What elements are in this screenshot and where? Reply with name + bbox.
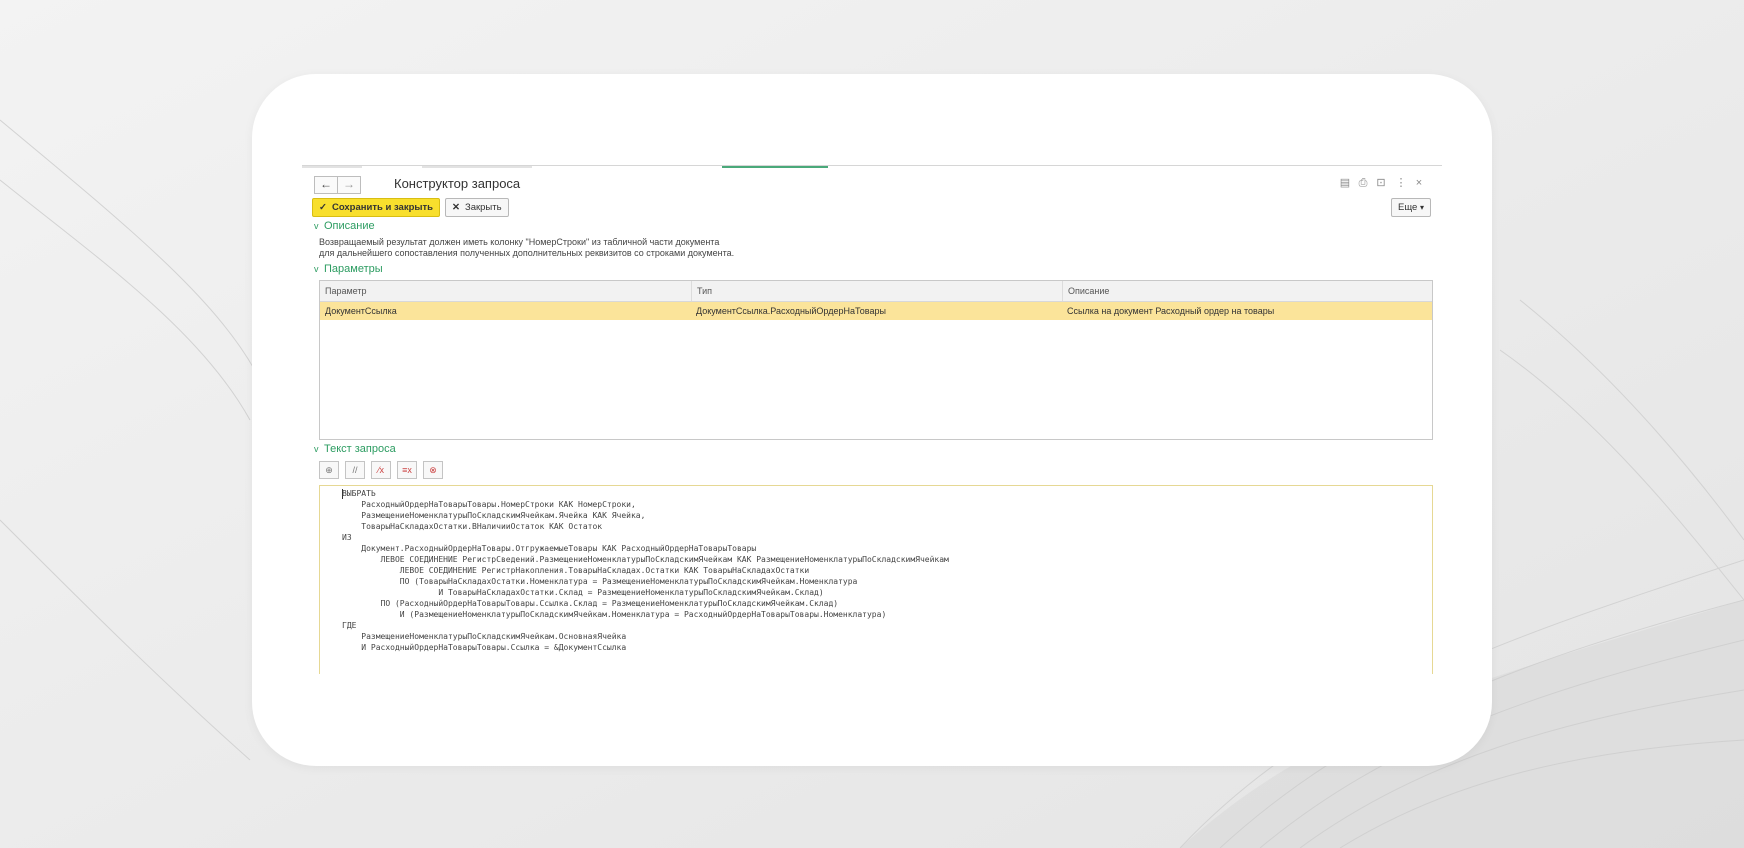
table-header: Параметр Тип Описание	[320, 281, 1432, 302]
save-and-close-label: Сохранить и закрыть	[331, 202, 433, 213]
format-icon[interactable]: ≡x	[397, 461, 417, 479]
cross-icon: ✕	[452, 202, 460, 213]
description-section-title: Описание	[324, 220, 375, 232]
parameters-section-header[interactable]: v Параметры	[314, 263, 383, 275]
description-section-header[interactable]: v Описание	[314, 220, 375, 232]
close-button[interactable]: ✕ Закрыть	[445, 198, 509, 217]
description-text: Возвращаемый результат должен иметь коло…	[319, 237, 734, 259]
query-line: ВЫБРАТЬ	[342, 489, 376, 498]
query-line: ТоварыНаСкладахОстатки.ВНаличииОстаток К…	[342, 522, 603, 531]
print-icon[interactable]: ⎙	[1356, 176, 1370, 190]
cell-type[interactable]: ДокументСсылка.РасходныйОрдерНаТовары	[691, 302, 1062, 320]
column-header-type[interactable]: Тип	[691, 281, 1062, 301]
arrow-right-icon: →	[343, 177, 355, 191]
save-icon[interactable]: ▤	[1338, 176, 1352, 190]
more-label: Еще	[1398, 202, 1418, 213]
table-row[interactable]: ДокументСсылка ДокументСсылка.РасходныйО…	[320, 302, 1432, 320]
tab-strip	[302, 166, 1442, 169]
cell-parameter[interactable]: ДокументСсылка	[320, 302, 691, 320]
window-title: Конструктор запроса	[394, 176, 521, 191]
back-button[interactable]: ←	[314, 176, 338, 194]
comment-icon[interactable]: //	[345, 461, 365, 479]
tab-indicator[interactable]	[422, 166, 532, 168]
query-text-editor[interactable]: ВЫБРАТЬ РасходныйОрдерНаТоварыТовары.Ном…	[319, 485, 1433, 674]
query-builder-icon[interactable]: ⊕	[319, 461, 339, 479]
query-line: Документ.РасходныйОрдерНаТовары.Отгружае…	[342, 544, 757, 553]
forward-button[interactable]: →	[337, 176, 361, 194]
description-line: Возвращаемый результат должен иметь коло…	[319, 237, 720, 247]
parameters-section-title: Параметры	[324, 263, 383, 275]
close-icon[interactable]: ×	[1412, 176, 1426, 190]
arrow-left-icon: ←	[320, 177, 332, 191]
tab-indicator-active[interactable]	[722, 166, 828, 168]
column-header-description[interactable]: Описание	[1062, 281, 1432, 301]
chevron-down-icon: ▾	[1419, 203, 1424, 212]
uncomment-icon[interactable]: ⁄x	[371, 461, 391, 479]
query-line: И РасходныйОрдерНаТоварыТовары.Ссылка = …	[342, 643, 627, 652]
more-button[interactable]: Еще ▾	[1391, 198, 1431, 217]
query-builder-window: ← → Конструктор запроса ▤ ⎙ ⊡ ⋮ × ✓ Сохра…	[302, 165, 1442, 674]
query-line: ПО (РасходныйОрдерНаТоварыТовары.Ссылка.…	[342, 599, 839, 608]
query-line: ЛЕВОЕ СОЕДИНЕНИЕ РегистрНакопления.Товар…	[342, 566, 810, 575]
query-line: ЛЕВОЕ СОЕДИНЕНИЕ РегистрСведений.Размеще…	[342, 555, 949, 564]
close-label: Закрыть	[464, 202, 502, 213]
query-line: РазмещениеНоменклатурыПоСкладскимЯчейкам…	[342, 511, 646, 520]
menu-dots-icon[interactable]: ⋮	[1394, 176, 1408, 190]
preview-icon[interactable]: ⊡	[1374, 176, 1388, 190]
chevron-down-icon: v	[314, 221, 319, 231]
query-line: ГДЕ	[342, 621, 357, 630]
parameters-table: Параметр Тип Описание ДокументСсылка Док…	[319, 280, 1433, 440]
query-line: ИЗ	[342, 533, 352, 542]
tab-indicator[interactable]	[302, 166, 362, 168]
query-line: И ТоварыНаСкладахОстатки.Склад = Размеще…	[342, 588, 824, 597]
query-line: РазмещениеНоменклатурыПоСкладскимЯчейкам…	[342, 632, 627, 641]
chevron-down-icon: v	[314, 264, 319, 274]
checkmark-icon: ✓	[319, 202, 327, 213]
cell-description[interactable]: Ссылка на документ Расходный ордер на то…	[1062, 302, 1432, 320]
query-text-section-header[interactable]: v Текст запроса	[314, 443, 396, 455]
query-line: ПО (ТоварыНаСкладахОстатки.Номенклатура …	[342, 577, 858, 586]
description-line: для дальнейшего сопоставления полученных…	[319, 248, 735, 258]
save-and-close-button[interactable]: ✓ Сохранить и закрыть	[312, 198, 440, 217]
query-line: РасходныйОрдерНаТоварыТовары.НомерСтроки…	[342, 500, 636, 509]
chevron-down-icon: v	[314, 444, 319, 454]
query-line: И (РазмещениеНоменклатурыПоСкладскимЯчей…	[342, 610, 887, 619]
column-header-parameter[interactable]: Параметр	[320, 281, 691, 301]
delete-icon[interactable]: ⊗	[423, 461, 443, 479]
query-text-section-title: Текст запроса	[324, 443, 396, 455]
